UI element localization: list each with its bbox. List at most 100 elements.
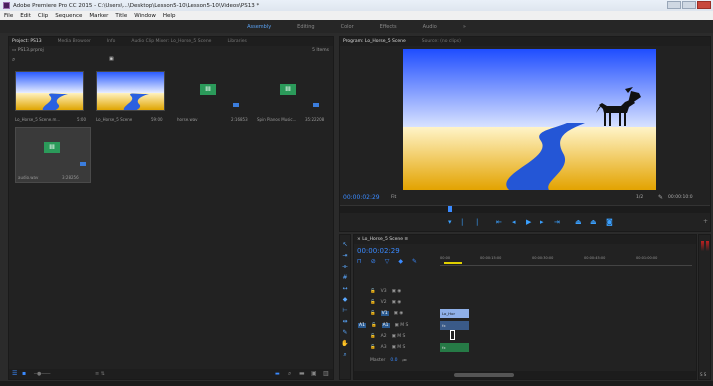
new-item-icon[interactable]: ▣ <box>311 370 317 377</box>
workspace-color[interactable]: Color <box>341 24 354 30</box>
mark-in-icon[interactable]: | <box>461 218 463 226</box>
menu-edit[interactable]: Edit <box>20 13 31 19</box>
audio-badge-icon <box>233 103 239 107</box>
menu-window[interactable]: Window <box>134 13 156 19</box>
mark-out-icon[interactable]: | <box>476 218 478 226</box>
wrench-icon[interactable]: ✎ <box>658 194 663 201</box>
timeline-ruler[interactable]: 00:00 00:00:15:00 00:00:30:00 00:00:45:0… <box>440 256 692 266</box>
timeline-tabs: × Lo_Horse_5 Scene ≡ <box>354 235 696 244</box>
playhead-icon[interactable] <box>448 206 452 212</box>
track-header-a2[interactable]: 🔓 A2 ▣ M S <box>370 332 405 341</box>
ripple-edit-tool-icon[interactable]: ⟛ <box>341 263 349 271</box>
workspace-effects[interactable]: Effects <box>380 24 397 30</box>
search-icon[interactable]: ⌕ <box>12 56 15 64</box>
step-forward-icon[interactable]: ▸ <box>540 218 544 226</box>
title-bar: Adobe Premiere Pro CC 2015 - C:\Users\..… <box>0 0 713 11</box>
workspace-editing[interactable]: Editing <box>297 24 314 30</box>
audio-waveform-icon[interactable]: ⦀⦀ <box>280 84 296 95</box>
project-item-name: horse.wav <box>177 117 198 122</box>
pen-tool-icon[interactable]: ✎ <box>341 329 349 337</box>
workspace-assembly[interactable]: Assembly <box>247 24 271 30</box>
minimize-button[interactable] <box>667 1 681 9</box>
audio-clip[interactable]: fx <box>440 343 469 352</box>
workspace-overflow-icon[interactable]: » <box>463 24 466 30</box>
tab-media-browser[interactable]: Media Browser <box>58 39 91 44</box>
track-header-v2[interactable]: 🔓 V2 ▣ ◉ <box>370 298 401 307</box>
close-button[interactable] <box>697 1 711 9</box>
menu-file[interactable]: File <box>4 13 13 19</box>
tab-info[interactable]: Info <box>107 39 116 44</box>
extract-icon[interactable]: ⏏ <box>590 218 597 226</box>
quality-dropdown[interactable]: 1/2 <box>636 195 643 200</box>
project-item-thumbnail[interactable] <box>15 71 84 111</box>
fit-dropdown[interactable]: Fit <box>391 195 396 200</box>
lock-icon: 🔓 <box>370 300 376 305</box>
track-header-a1[interactable]: A1 🔓 A1 ▣ M S <box>358 321 408 330</box>
selection-tool-icon[interactable]: ↖ <box>341 241 349 249</box>
sort-icon[interactable]: ≡ ⇅ <box>95 371 105 377</box>
track-header-v1[interactable]: 🔓 V1 ▣ ◉ <box>370 309 403 318</box>
linked-selection-icon[interactable]: ⊘ <box>371 258 376 265</box>
slip-tool-icon[interactable]: ⊢ <box>341 307 349 315</box>
menu-marker[interactable]: Marker <box>89 13 108 19</box>
program-timecode[interactable]: 00:00:02:29 <box>343 194 380 201</box>
work-area-bar[interactable] <box>444 262 462 264</box>
new-bin-icon[interactable]: ▬ <box>299 370 305 377</box>
zoom-tool-icon[interactable]: ⌕ <box>341 351 349 359</box>
hand-tool-icon[interactable]: ✋ <box>341 340 349 348</box>
lift-icon[interactable]: ⏏ <box>575 218 582 226</box>
add-marker-icon[interactable]: ▾ <box>448 218 452 226</box>
tab-project[interactable]: Project: PS13 <box>12 39 42 44</box>
lock-icon: 🔓 <box>370 345 376 350</box>
icon-view-icon[interactable]: ▪ <box>22 370 26 377</box>
audio-badge-icon <box>80 162 86 166</box>
razor-tool-icon[interactable]: ◆ <box>341 296 349 304</box>
solo-buttons[interactable]: S S <box>700 372 706 377</box>
export-frame-icon[interactable]: ◙ <box>606 218 613 226</box>
audio-clip[interactable]: fx <box>440 321 469 330</box>
rolling-edit-tool-icon[interactable]: # <box>341 274 349 282</box>
audio-waveform-icon[interactable]: ⦀⦀ <box>200 84 216 95</box>
rate-stretch-tool-icon[interactable]: ↔ <box>341 285 349 293</box>
tab-sequence[interactable]: × Lo_Horse_5 Scene ≡ <box>357 237 408 242</box>
horse-silhouette-icon <box>596 87 641 126</box>
snap-icon[interactable]: ⊓ <box>357 258 362 265</box>
project-item-thumbnail[interactable] <box>96 71 165 111</box>
find-icon[interactable]: ⌕ <box>288 370 291 378</box>
clear-icon[interactable]: ▥ <box>323 370 329 377</box>
master-track[interactable]: Master 0.0 ⏮ <box>370 356 407 365</box>
play-icon[interactable]: ▶ <box>526 218 531 226</box>
maximize-button[interactable] <box>682 1 696 9</box>
menu-title[interactable]: Title <box>115 13 127 19</box>
wrench-icon[interactable]: ✎ <box>412 258 417 265</box>
bin-icon[interactable]: ▣ <box>109 56 114 62</box>
workspace-audio[interactable]: Audio <box>423 24 437 30</box>
cursor-icon <box>450 330 455 340</box>
menu-help[interactable]: Help <box>163 13 176 19</box>
marker-icon[interactable]: ◆ <box>398 258 403 265</box>
timeline-scrollbar[interactable] <box>354 371 696 379</box>
add-marker-icon[interactable]: ▽ <box>385 258 390 265</box>
step-back-icon[interactable]: ◂ <box>512 218 516 226</box>
menu-sequence[interactable]: Sequence <box>55 13 82 19</box>
tab-program[interactable]: Program: Lo_Horse_5 Scene <box>343 39 406 44</box>
list-view-icon[interactable]: ☰ <box>12 370 17 377</box>
track-header-a3[interactable]: 🔓 A3 ▣ M S <box>370 343 405 352</box>
tab-audio-clip-mixer[interactable]: Audio Clip Mixer: Lo_Horse_5 Scene <box>131 39 211 44</box>
timeline-timecode[interactable]: 00:00:02:29 <box>357 247 400 255</box>
zoom-slider[interactable]: ─●─── <box>34 371 50 377</box>
menu-clip[interactable]: Clip <box>38 13 48 19</box>
slide-tool-icon[interactable]: ⇹ <box>341 318 349 326</box>
automate-icon[interactable]: ▬ <box>275 371 280 377</box>
go-to-in-icon[interactable]: ⇤ <box>496 218 502 226</box>
button-editor-icon[interactable]: + <box>703 218 708 225</box>
monitor-time-ruler[interactable] <box>340 205 710 213</box>
track-select-tool-icon[interactable]: ⇥ <box>341 252 349 260</box>
tab-libraries[interactable]: Libraries <box>227 39 246 44</box>
video-clip[interactable]: Lo_Hor <box>440 309 469 318</box>
river-shape <box>506 123 585 190</box>
project-item-selected[interactable]: ⦀⦀ audio.wav 3:28256 <box>15 127 91 183</box>
track-header-v3[interactable]: 🔓 V3 ▣ ◉ <box>370 287 401 296</box>
go-to-out-icon[interactable]: ⇥ <box>554 218 560 226</box>
tab-source[interactable]: Source: (no clips) <box>422 39 461 44</box>
